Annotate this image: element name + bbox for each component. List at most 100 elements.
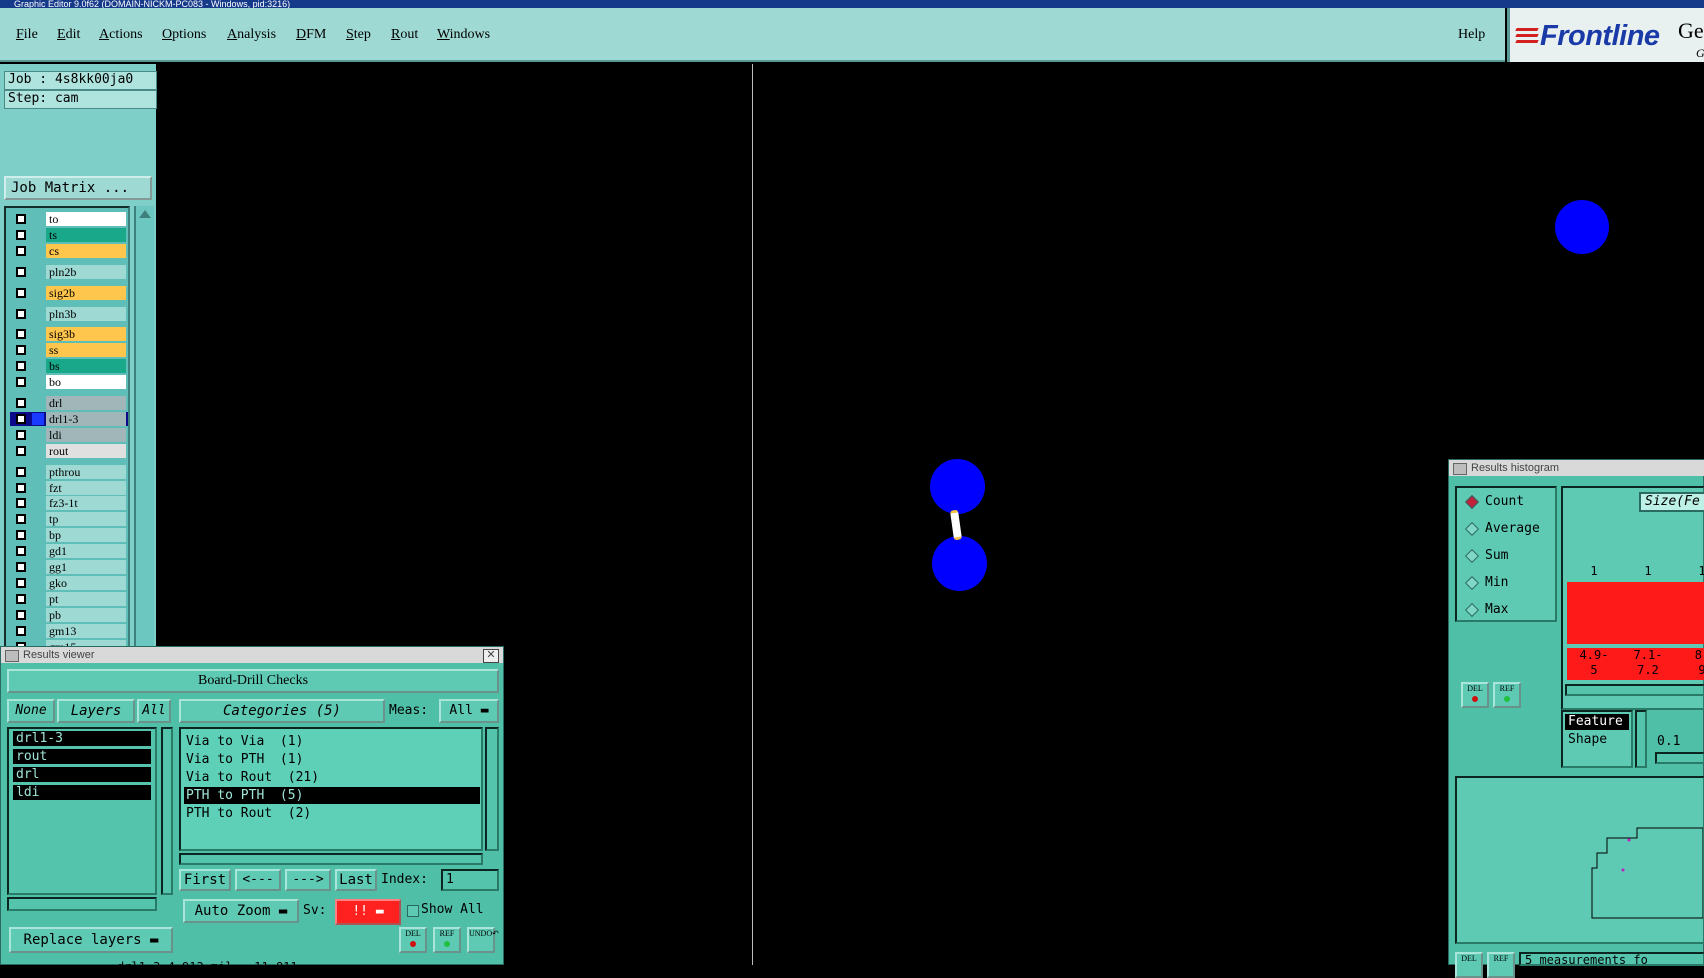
menu-rout[interactable]: Rout [391, 27, 418, 43]
layer-checkbox[interactable] [16, 377, 26, 388]
layer-checkbox[interactable] [16, 361, 26, 372]
layer-checkbox[interactable] [16, 466, 26, 477]
layer-checkbox[interactable] [16, 413, 26, 424]
menu-help[interactable]: Help [1458, 27, 1485, 43]
layer-checkbox[interactable] [16, 287, 26, 298]
layer-checkbox[interactable] [16, 625, 26, 636]
radio-count[interactable]: Count [1464, 494, 1524, 509]
layer-list-scrollbar[interactable] [161, 727, 173, 895]
list-item[interactable]: Shape [1568, 732, 1607, 747]
replace-layers-dropdown[interactable]: Replace layers ▬ [9, 927, 173, 953]
radio-min[interactable]: Min [1464, 575, 1508, 590]
results-viewer-title[interactable]: Results viewer ✕ [1, 647, 503, 663]
all-button[interactable]: All [137, 699, 171, 723]
category-hscroll[interactable] [179, 853, 483, 865]
layer-checkbox[interactable] [16, 329, 26, 340]
auto-zoom-dropdown[interactable]: Auto Zoom ▬ [183, 899, 299, 923]
ref-button[interactable]: REF [1487, 952, 1515, 978]
layer-row[interactable]: fzt [10, 480, 128, 495]
layer-row[interactable]: ldi [10, 427, 128, 442]
list-item[interactable]: rout [13, 749, 151, 764]
del-button[interactable]: DEL [1455, 952, 1483, 978]
ref-button[interactable]: REF [433, 927, 461, 953]
list-item[interactable]: drl1-3 [13, 731, 151, 746]
histogram-title[interactable]: Results histogram [1449, 460, 1704, 476]
layer-list-hscroll[interactable] [7, 897, 157, 911]
layer-checkbox[interactable] [16, 445, 26, 456]
layer-checkbox[interactable] [16, 229, 26, 240]
layer-row[interactable]: tp [10, 512, 128, 527]
scroll-up-icon[interactable] [139, 210, 151, 218]
layer-row[interactable]: pln2b [10, 264, 128, 279]
layer-checkbox[interactable] [16, 266, 26, 277]
menu-dfm[interactable]: DFM [296, 27, 326, 43]
radio-average[interactable]: Average [1464, 521, 1540, 536]
window-menu-icon[interactable] [1453, 463, 1467, 475]
list-item[interactable]: Via to Via (1) [184, 733, 480, 750]
layer-checkbox[interactable] [16, 514, 26, 525]
show-all-checkbox[interactable] [407, 905, 419, 917]
layer-checkbox[interactable] [16, 245, 26, 256]
prev-button[interactable]: <--- [235, 869, 281, 891]
list-item[interactable]: ldi [13, 785, 151, 800]
list-item-selected[interactable]: PTH to PTH (5) [184, 787, 480, 804]
layer-checkbox[interactable] [16, 214, 26, 224]
close-icon[interactable]: ✕ [483, 649, 499, 663]
layer-row[interactable]: sig2b [10, 285, 128, 300]
del-button[interactable]: DEL [1461, 682, 1489, 708]
layer-row[interactable]: pb [10, 607, 128, 622]
layer-row[interactable]: drl1-3 [10, 411, 128, 426]
histogram-bar[interactable] [1621, 582, 1676, 644]
layer-checkbox[interactable] [16, 546, 26, 557]
next-button[interactable]: ---> [285, 869, 331, 891]
drill-pad[interactable] [932, 536, 987, 591]
category-scrollbar[interactable] [485, 727, 499, 851]
none-button[interactable]: None [7, 699, 55, 723]
menu-step[interactable]: Step [346, 27, 371, 43]
layer-row[interactable]: ts [10, 227, 128, 242]
histogram-hscroll[interactable] [1565, 684, 1704, 696]
job-matrix-button[interactable]: Job Matrix ... [4, 176, 152, 200]
menu-actions[interactable]: Actions [99, 27, 143, 43]
layer-checkbox[interactable] [16, 429, 26, 440]
layer-checkbox[interactable] [16, 345, 26, 356]
window-menu-icon[interactable] [5, 650, 19, 662]
layer-row[interactable]: pln3b [10, 306, 128, 321]
histogram-bar[interactable] [1675, 582, 1704, 644]
layer-row[interactable]: ss [10, 343, 128, 358]
list-item[interactable]: PTH to Rout (2) [184, 805, 480, 822]
histogram-bar[interactable] [1567, 582, 1622, 644]
categories-button[interactable]: Categories (5) [179, 699, 385, 723]
layer-row[interactable]: gd1 [10, 544, 128, 559]
layer-row[interactable]: bs [10, 359, 128, 374]
drill-pad[interactable] [1555, 200, 1609, 254]
list-item-selected[interactable]: Feature [1565, 714, 1629, 730]
drill-pad[interactable] [930, 459, 985, 514]
layer-row[interactable]: gg1 [10, 560, 128, 574]
layer-checkbox[interactable] [16, 530, 26, 541]
menu-file[interactable]: File [16, 27, 38, 43]
layer-checkbox[interactable] [16, 562, 26, 572]
layer-checkbox[interactable] [16, 398, 26, 408]
layer-row[interactable]: cs [10, 243, 128, 258]
undo-button[interactable]: UNDO↶ [467, 927, 499, 953]
layer-row[interactable]: rout [10, 443, 128, 458]
first-button[interactable]: First [179, 869, 231, 891]
list-item[interactable]: Via to Rout (21) [184, 769, 480, 786]
feature-list-scrollbar[interactable] [1635, 710, 1647, 768]
layer-row[interactable]: gm13 [10, 623, 128, 638]
layers-button[interactable]: Layers [57, 699, 135, 723]
menu-edit[interactable]: Edit [57, 27, 80, 43]
layer-checkbox[interactable] [16, 308, 26, 319]
layer-checkbox[interactable] [16, 593, 26, 604]
severity-dropdown[interactable]: !! ▬ [335, 899, 401, 925]
meas-dropdown[interactable]: All ▬ [439, 699, 499, 723]
ref-button[interactable]: REF [1493, 682, 1521, 708]
layer-row[interactable]: drl [10, 396, 128, 410]
del-button[interactable]: DEL [399, 927, 427, 953]
layer-row[interactable]: bp [10, 528, 128, 543]
layer-row[interactable]: bo [10, 375, 128, 390]
layer-row[interactable]: sig3b [10, 327, 128, 342]
size-axis-button[interactable]: Size(Fe [1639, 492, 1704, 512]
last-button[interactable]: Last [335, 869, 377, 891]
